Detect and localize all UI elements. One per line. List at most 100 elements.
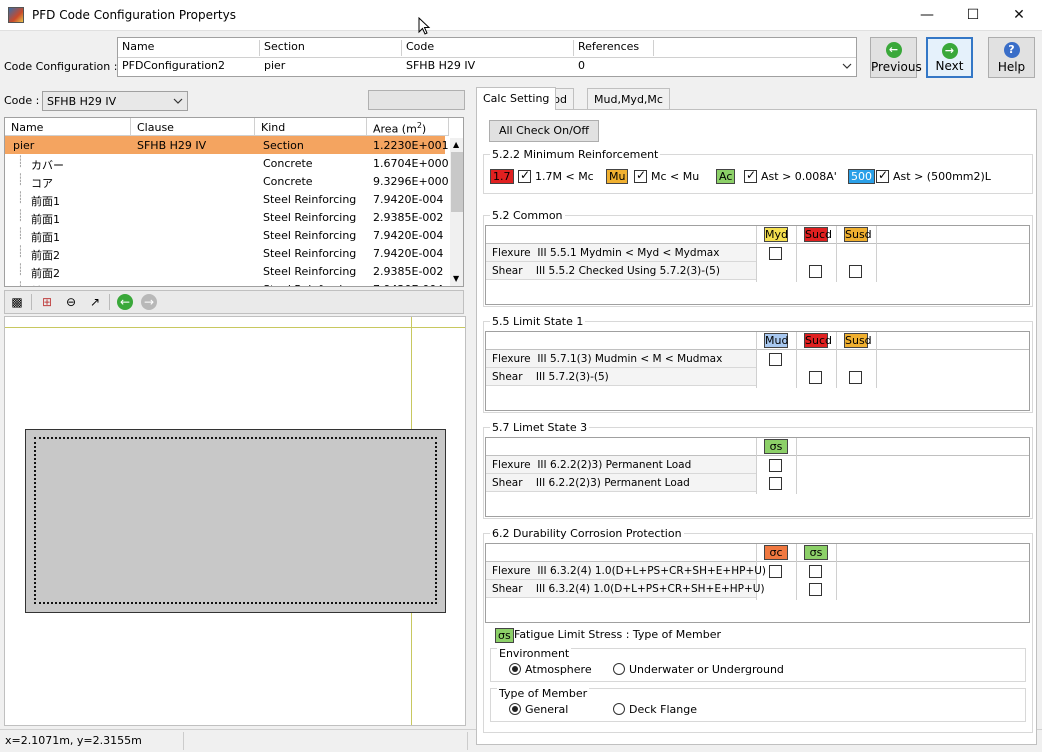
min-reinf-checkbox[interactable] [518, 168, 531, 183]
min-reinf-label: 1.7M < Mc [535, 170, 594, 183]
chevron-down-icon[interactable] [842, 63, 852, 70]
back-arrow-icon[interactable]: ← [117, 294, 133, 310]
tree-row[interactable]: ┊ 前面2 Steel Reinforcing 7.9420E-004 [5, 244, 445, 262]
tree-row[interactable]: ┊ 前面1 Steel Reinforcing 7.9420E-004 [5, 190, 445, 208]
table-header-row [486, 544, 1029, 562]
code-configuration-combo[interactable]: Name Section Code References PFDConfigur… [117, 37, 857, 77]
underwater-label[interactable]: Underwater or Underground [629, 663, 784, 676]
calc-setting-panel: All Check On/Off 5.2.2 Minimum Reinforce… [476, 109, 1037, 745]
tree-scrollbar[interactable]: ▲ ▼ [450, 138, 463, 286]
table-row-label: Shear III 6.3.2(4) 1.0(D+L+PS+CR+SH+E+HP… [486, 580, 765, 598]
code-configuration-label: Code Configuration : [4, 60, 118, 73]
config-value-code: SFHB H29 IV [406, 59, 476, 72]
tree-row[interactable]: ┊ 前面1 Steel Reinforcing 2.9385E-002 [5, 208, 445, 226]
deck-flange-label[interactable]: Deck Flange [629, 703, 697, 716]
forward-arrow-icon[interactable]: → [141, 294, 157, 310]
section-tree[interactable]: Name Clause Kind Area (m2) pier SFHB H29 … [4, 117, 464, 287]
blank-field[interactable] [368, 90, 465, 110]
zoom-fit-icon[interactable]: ⊞ [39, 294, 55, 310]
table-checkbox[interactable] [809, 583, 822, 596]
table-checkbox[interactable] [849, 265, 862, 278]
atmosphere-label[interactable]: Atmosphere [525, 663, 592, 676]
table-checkbox[interactable] [809, 565, 822, 578]
table-row-label: Flexure III 5.5.1 Mydmin < Myd < Mydmax [486, 244, 756, 262]
tree-header-clause[interactable]: Clause [131, 118, 255, 136]
table-checkbox[interactable] [769, 459, 782, 472]
tree-cell-area: 7.9420E-004 [373, 229, 444, 242]
help-icon: ? [1003, 42, 1020, 58]
tree-branch-line: ┊ [17, 227, 24, 240]
help-button[interactable]: ? Help [988, 37, 1035, 78]
deck-flange-radio[interactable] [613, 703, 625, 715]
tree-cell-name: コア [31, 177, 53, 190]
tree-cell-name: 前面1 [31, 231, 60, 244]
table-checkbox[interactable] [849, 371, 862, 384]
tree-cell-kind: Steel Reinforcing [263, 193, 357, 206]
column-divider [756, 226, 757, 282]
underwater-radio[interactable] [613, 663, 625, 675]
table-checkbox[interactable] [769, 565, 782, 578]
config-header-references: References [574, 40, 654, 56]
coordinate-readout: x=2.1071m, y=2.3155m [5, 734, 142, 747]
scroll-thumb[interactable] [451, 152, 463, 212]
table-checkbox[interactable] [809, 265, 822, 278]
general-radio[interactable] [509, 703, 521, 715]
zoom-out-icon[interactable]: ⊖ [63, 294, 79, 310]
table-row-label: Flexure III 6.2.2(2)3) Permanent Load [486, 456, 756, 474]
tree-cell-kind: Steel Reinforcing [263, 265, 357, 278]
table-checkbox[interactable] [769, 353, 782, 366]
tree-cell-area: 7.9420E-004 [373, 283, 443, 286]
code-select-value: SFHB H29 IV [47, 95, 117, 108]
limit-state-3-group: 5.7 Limet State 3 σs Flexure III 6.2.2(2)… [483, 421, 1033, 519]
table-checkbox[interactable] [769, 477, 782, 490]
min-reinf-checkbox[interactable] [876, 168, 889, 183]
table-checkbox[interactable] [769, 247, 782, 260]
section-outline [25, 429, 446, 613]
pan-arrow-icon[interactable]: ↗ [87, 294, 103, 310]
min-reinforcement-title: 5.2.2 Minimum Reinforcement [490, 148, 661, 161]
general-label[interactable]: General [525, 703, 568, 716]
table-header-row [486, 226, 1029, 244]
column-divider [756, 332, 757, 388]
app-icon [8, 7, 24, 23]
minimize-button[interactable]: — [904, 0, 950, 31]
all-check-toggle-button[interactable]: All Check On/Off [489, 120, 599, 142]
tab-calc-setting[interactable]: Calc Setting [476, 87, 557, 110]
tree-branch-line: ┊ [17, 281, 24, 286]
tree-row[interactable]: ┊ 前面1 Steel Reinforcing 7.9420E-004 [5, 226, 445, 244]
scroll-up-icon[interactable]: ▲ [453, 140, 459, 149]
previous-button[interactable]: ← Previous [870, 37, 922, 78]
tree-header-area[interactable]: Area (m2) [367, 118, 449, 136]
window-title: PFD Code Configuration Propertys [32, 8, 236, 22]
arrow-left-icon: ← [885, 42, 902, 58]
atmosphere-radio[interactable] [509, 663, 521, 675]
min-reinf-checkbox[interactable] [634, 168, 647, 183]
common-title: 5.2 Common [490, 209, 565, 222]
scroll-down-icon[interactable]: ▼ [453, 274, 459, 283]
tree-cell-kind: Concrete [263, 175, 313, 188]
tree-cell-clause: SFHB H29 IV [137, 139, 207, 152]
tree-row[interactable]: ┊ 前面2 Steel Reinforcing 2.9385E-002 [5, 262, 445, 280]
tree-cell-area: 1.2230E+001 [373, 139, 449, 152]
tree-row[interactable]: ┊ カバー Concrete 1.6704E+000 [5, 154, 449, 172]
code-select[interactable]: SFHB H29 IV [42, 91, 188, 111]
close-button[interactable]: ✕ [996, 0, 1042, 31]
min-reinf-label: Ast > 0.008A' [761, 170, 837, 183]
tree-row[interactable]: ┊ コア Concrete 9.3296E+000 [5, 172, 449, 190]
tree-row[interactable]: pier SFHB H29 IV Section 1.2230E+001 [5, 136, 449, 154]
tree-header-kind[interactable]: Kind [255, 118, 367, 136]
column-badge-mud: Mud [764, 333, 789, 348]
section-drawing-canvas[interactable] [4, 316, 466, 726]
next-button[interactable]: → Next [926, 37, 973, 78]
column-divider [876, 226, 877, 282]
select-tool-icon[interactable]: ▩ [9, 294, 25, 310]
member-type-group: Type of Member General Deck Flange [490, 687, 1026, 722]
tree-header-name[interactable]: Name [5, 118, 131, 136]
tree-branch-line: ┊ [17, 191, 24, 204]
tree-row[interactable]: ┊ 前面2 Steel Reinforcing 7.9420E-004 [5, 280, 445, 286]
tree-cell-name: 前面2 [31, 249, 60, 262]
min-reinf-checkbox[interactable] [744, 168, 757, 183]
maximize-button[interactable]: ☐ [950, 0, 996, 31]
table-checkbox[interactable] [809, 371, 822, 384]
tab-mud-myd-mc[interactable]: Mud,Myd,Mc [587, 88, 670, 110]
